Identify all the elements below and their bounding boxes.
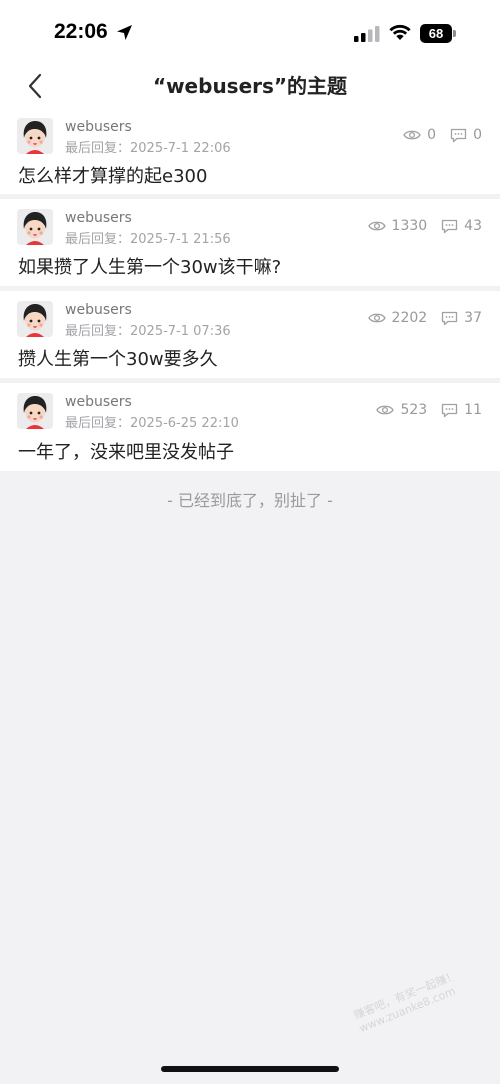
- comments-count: 11: [464, 402, 482, 418]
- eye-icon: [376, 405, 395, 415]
- username[interactable]: webusers: [65, 394, 132, 410]
- cellular-signal-icon: [354, 26, 380, 42]
- post-title[interactable]: 如果攒了人生第一个30w该干嘛?: [18, 253, 281, 279]
- post-stats: 523 11: [376, 402, 482, 418]
- comments-stat: 43: [441, 218, 482, 234]
- avatar-image: [17, 118, 53, 154]
- comments-stat: 0: [450, 127, 482, 143]
- comments-count: 0: [473, 127, 482, 143]
- post-list: webusers 最后回复：2025-7-1 22:06 0 0 怎么样才算撑的…: [0, 110, 500, 471]
- comments-count: 37: [464, 310, 482, 326]
- screen: 22:06 68 “webusers”的主题 webusers 最后回复：202…: [0, 0, 500, 1084]
- avatar[interactable]: [17, 118, 53, 154]
- battery-icon: 68: [420, 24, 456, 43]
- end-of-list-note: - 已经到底了，别扯了 -: [167, 491, 333, 510]
- last-reply-label: 最后回复：: [65, 232, 131, 247]
- last-reply-label: 最后回复：: [65, 416, 131, 431]
- wifi-icon: [389, 24, 411, 40]
- last-reply: 最后回复：2025-7-1 21:56: [65, 228, 231, 247]
- views-count: 523: [400, 402, 428, 418]
- last-reply-label: 最后回复：: [65, 141, 131, 156]
- comments-stat: 11: [441, 402, 482, 418]
- avatar-image: [17, 209, 53, 245]
- post-item[interactable]: webusers 最后回复：2025-6-25 22:10 523 11 一年了…: [0, 383, 500, 471]
- comments-count: 43: [464, 218, 482, 234]
- views-count: 1330: [391, 218, 428, 234]
- post-stats: 0 0: [403, 127, 482, 143]
- avatar-image: [17, 393, 53, 429]
- post-title[interactable]: 一年了，没来吧里没发帖子: [18, 438, 234, 464]
- views-stat: 1330: [367, 218, 428, 234]
- avatar[interactable]: [17, 301, 53, 337]
- last-reply-time: 2025-7-1 07:36: [130, 324, 231, 339]
- status-bar: 22:06 68: [0, 0, 500, 62]
- post-item[interactable]: webusers 最后回复：2025-7-1 21:56 1330 43 如果攒…: [0, 199, 500, 286]
- home-indicator[interactable]: [161, 1066, 339, 1072]
- last-reply-time: 2025-7-1 21:56: [130, 232, 231, 247]
- post-item[interactable]: webusers 最后回复：2025-7-1 07:36 2202 37 攒人生…: [0, 291, 500, 378]
- avatar-image: [17, 301, 53, 337]
- username[interactable]: webusers: [65, 119, 132, 135]
- location-arrow-icon: [117, 25, 132, 40]
- comment-icon: [450, 128, 467, 142]
- username[interactable]: webusers: [65, 302, 132, 318]
- last-reply: 最后回复：2025-7-1 07:36: [65, 320, 231, 339]
- views-count: 2202: [391, 310, 428, 326]
- views-stat: 0: [403, 127, 436, 143]
- last-reply-time: 2025-6-25 22:10: [130, 416, 239, 431]
- eye-icon: [367, 221, 386, 231]
- views-count: 0: [427, 127, 437, 143]
- last-reply: 最后回复：2025-6-25 22:10: [65, 412, 239, 431]
- post-stats: 1330 43: [367, 218, 482, 234]
- eye-icon: [367, 313, 386, 323]
- avatar[interactable]: [17, 393, 53, 429]
- watermark: 赚客吧，有奖一起赚！ www.zuanke8.com: [352, 958, 492, 1036]
- post-title[interactable]: 怎么样才算撑的起e300: [18, 162, 207, 188]
- views-stat: 2202: [367, 310, 428, 326]
- nav-bar: “webusers”的主题: [0, 62, 500, 110]
- post-stats: 2202 37: [367, 310, 482, 326]
- comment-icon: [442, 219, 458, 233]
- eye-icon: [403, 130, 421, 140]
- last-reply-time: 2025-7-1 22:06: [130, 141, 231, 156]
- battery-cap: [453, 30, 456, 37]
- avatar[interactable]: [17, 209, 53, 245]
- post-title[interactable]: 攒人生第一个30w要多久: [18, 345, 218, 371]
- comment-icon: [442, 403, 458, 417]
- username[interactable]: webusers: [65, 210, 132, 226]
- page-title: “webusers”的主题: [152, 74, 348, 98]
- comments-stat: 37: [441, 310, 482, 326]
- battery-level: 68: [420, 24, 452, 43]
- views-stat: 523: [376, 402, 427, 418]
- last-reply: 最后回复：2025-7-1 22:06: [65, 137, 231, 156]
- comment-icon: [442, 311, 458, 325]
- last-reply-label: 最后回复：: [65, 324, 131, 339]
- post-item[interactable]: webusers 最后回复：2025-7-1 22:06 0 0 怎么样才算撑的…: [0, 110, 500, 194]
- status-time: 22:06: [54, 20, 108, 43]
